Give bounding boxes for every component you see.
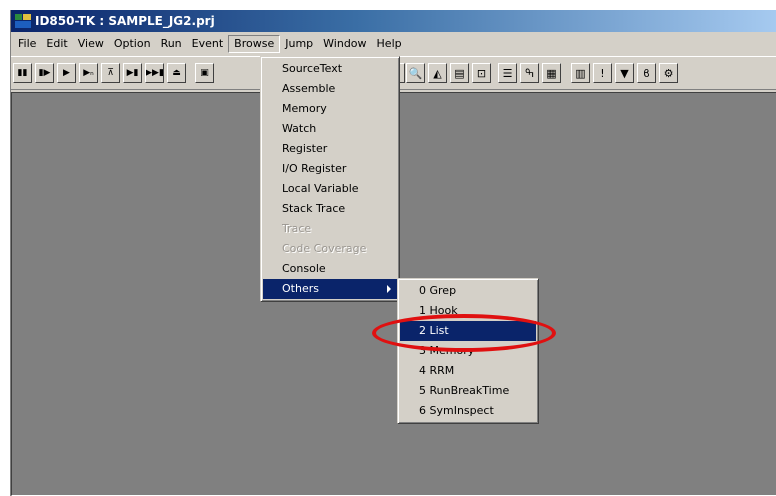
go-n-icon[interactable]: ▶ₙ [79,63,98,83]
browse-item-watch[interactable]: Watch [263,119,397,139]
browse-item-label: Assemble [282,82,336,95]
browse-item-sourcetext[interactable]: SourceText [263,59,397,79]
menu-jump[interactable]: Jump [280,35,318,53]
browse-item-trace: Trace [263,219,397,239]
browse-item-label: Trace [282,222,312,235]
restart-icon[interactable]: ▮▶ [35,63,54,83]
submenu-arrow-icon [387,285,391,293]
others-item-3-memory[interactable]: 3 Memory [400,341,536,361]
hook-icon[interactable]: ߒ [520,63,539,83]
browse-item-label: I/O Register [282,162,347,175]
others-item-2-list[interactable]: 2 List [400,321,536,341]
footprint-icon[interactable]: ϐ [637,63,656,83]
browse-item-memory[interactable]: Memory [263,99,397,119]
menu-edit[interactable]: Edit [41,35,72,53]
browse-item-local-variable[interactable]: Local Variable [263,179,397,199]
browse-item-label: Others [282,282,319,295]
window-icon[interactable]: ▣ [195,63,214,83]
memory-icon[interactable]: ▦ [542,63,561,83]
others-item-1-hook[interactable]: 1 Hook [400,301,536,321]
menu-run[interactable]: Run [156,35,187,53]
return-icon[interactable]: ⊼ [101,63,120,83]
browse-item-label: Memory [282,102,327,115]
list-icon[interactable]: ☰ [498,63,517,83]
browse-item-assemble[interactable]: Assemble [263,79,397,99]
stop-icon[interactable]: ▮▮ [13,63,32,83]
exclamation-icon[interactable]: ! [593,63,612,83]
step-in-icon[interactable]: ▶▮ [123,63,142,83]
menu-bar: File Edit View Option Run Event Browse Jump Wind… [11,34,776,54]
menu-window[interactable]: Window [318,35,371,53]
browse-item-label: SourceText [282,62,343,75]
browse-item-label: Code Coverage [282,242,367,255]
app-icon[interactable] [15,14,31,28]
calculator-icon[interactable]: ▥ [571,63,590,83]
menu-event[interactable]: Event [187,35,229,53]
magnifier-icon[interactable]: 🔍 [406,63,425,83]
window-title: ID850-TK : SAMPLE_JG2.prj [35,14,215,28]
stop-sign-icon[interactable]: ▼ [615,63,634,83]
menu-help[interactable]: Help [372,35,407,53]
menu-option[interactable]: Option [109,35,156,53]
browse-menu: SourceText Assemble Memory Watch Register I/O… [260,56,400,302]
others-item-0-grep[interactable]: 0 Grep [400,281,536,301]
others-item-5-runbreaktime[interactable]: 5 RunBreakTime [400,381,536,401]
browse-item-label: Stack Trace [282,202,346,215]
step-over-icon[interactable]: ▶▶▮ [145,63,164,83]
browse-item-stack-trace[interactable]: Stack Trace [263,199,397,219]
menu-file[interactable]: File [13,35,41,53]
go-icon[interactable]: ▶ [57,63,76,83]
inspect-icon[interactable]: ⊡ [472,63,491,83]
menu-view[interactable]: View [73,35,109,53]
menu-browse[interactable]: Browse [228,35,281,53]
chart-icon[interactable]: ▤ [450,63,469,83]
others-item-6-syminspect[interactable]: 6 SymInspect [400,401,536,421]
browse-item-code-coverage: Code Coverage [263,239,397,259]
browse-item-label: Console [282,262,326,275]
title-bar[interactable]: ID850-TK : SAMPLE_JG2.prj [11,10,776,32]
others-submenu: 0 Grep 1 Hook 2 List 3 Memory 4 RRM 5 RunBrea… [397,278,539,424]
browse-item-label: Register [282,142,328,155]
browse-item-label: Watch [282,122,317,135]
browse-item-i-o-register[interactable]: I/O Register [263,159,397,179]
graph-icon[interactable]: ◭ [428,63,447,83]
eject-icon[interactable]: ⏏ [167,63,186,83]
browse-item-label: Local Variable [282,182,359,195]
others-item-4-rrm[interactable]: 4 RRM [400,361,536,381]
gear-icon[interactable]: ⚙ [659,63,678,83]
browse-item-register[interactable]: Register [263,139,397,159]
browse-item-others[interactable]: Others [263,279,397,299]
browse-item-console[interactable]: Console [263,259,397,279]
